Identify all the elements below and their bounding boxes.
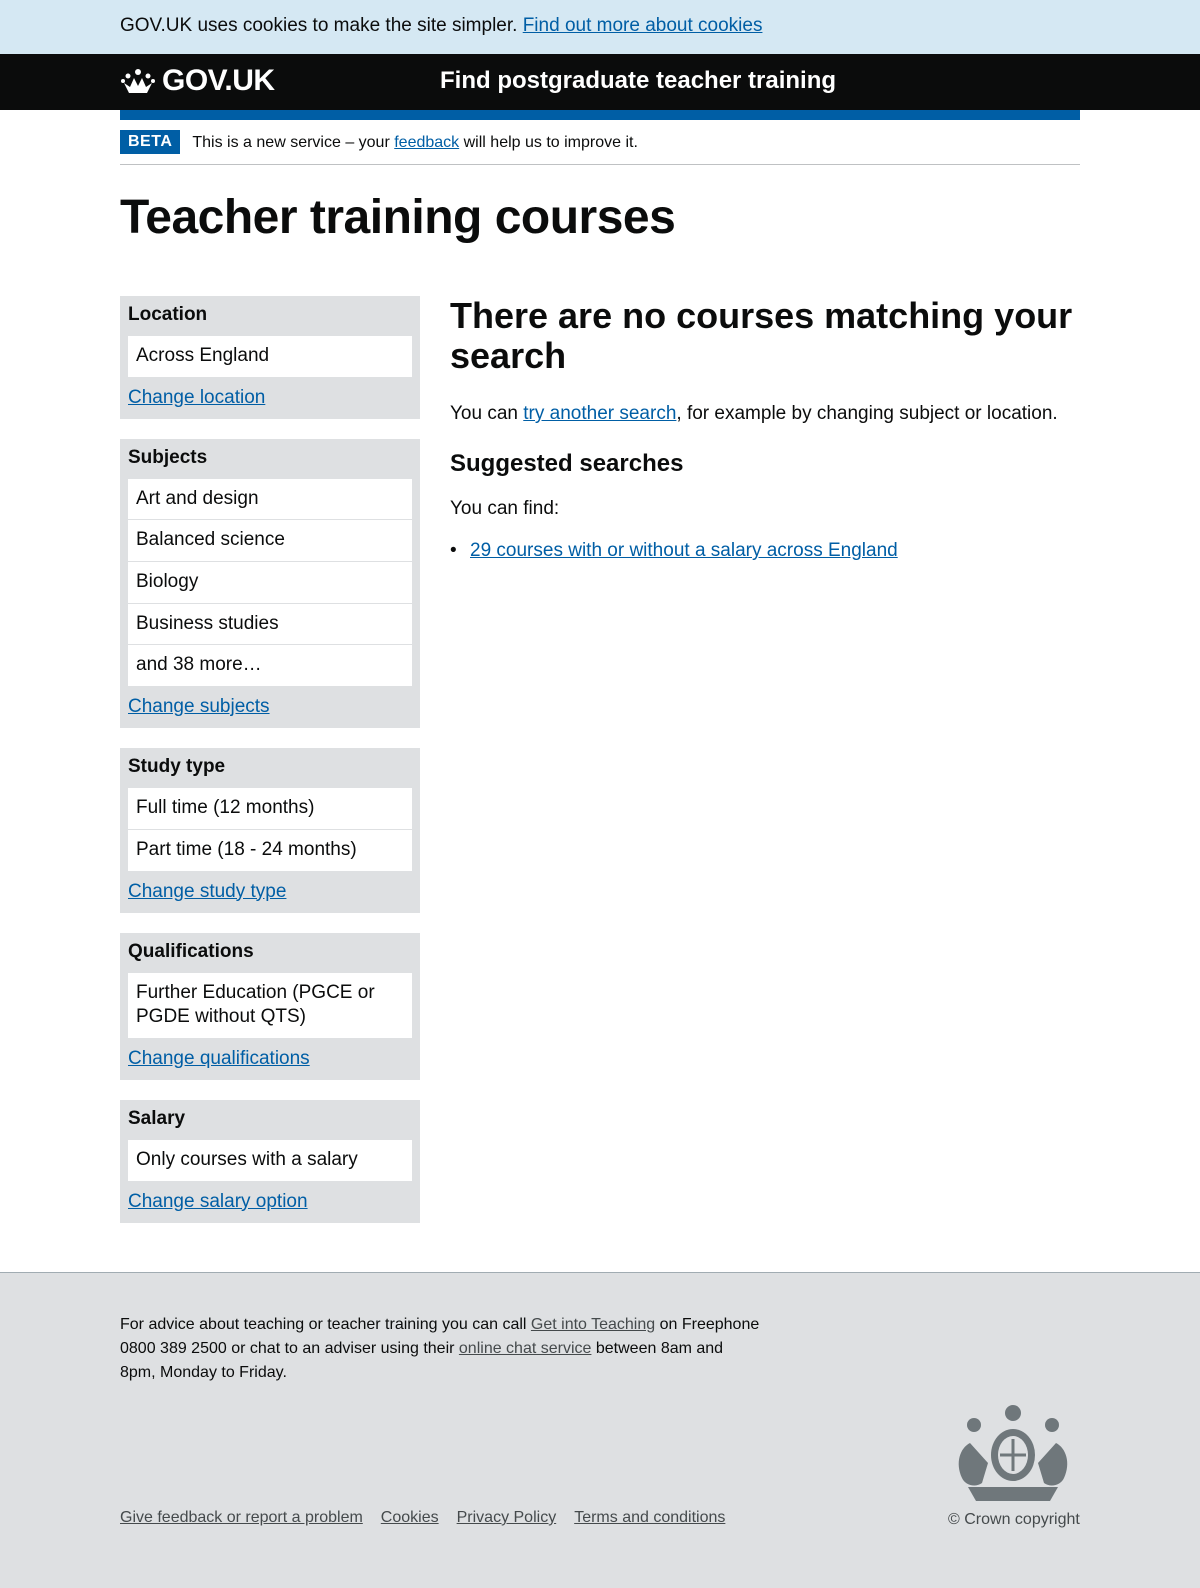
get-into-teaching-link[interactable]: Get into Teaching xyxy=(531,1316,655,1333)
filter-value: Part time (18 - 24 months) xyxy=(128,829,412,871)
change-subjects-link[interactable]: Change subjects xyxy=(128,696,270,718)
royal-coat-of-arms-icon xyxy=(958,1405,1068,1501)
filter-value: Further Education (PGCE or PGDE without … xyxy=(128,972,412,1038)
try-another-search-link[interactable]: try another search xyxy=(523,403,676,424)
beta-tag: BETA xyxy=(120,130,181,154)
feedback-link[interactable]: feedback xyxy=(394,134,459,151)
header-accent-bar xyxy=(120,110,1080,120)
suggested-search-link[interactable]: 29 courses with or without a salary acro… xyxy=(470,540,898,561)
study-type-filter: Study type Full time (12 months) Part ti… xyxy=(120,748,420,913)
cookie-message: GOV.UK uses cookies to make the site sim… xyxy=(120,15,762,37)
filter-value: Art and design xyxy=(128,478,412,521)
change-location-link[interactable]: Change location xyxy=(128,387,265,409)
salary-filter: Salary Only courses with a salary Change… xyxy=(120,1099,420,1223)
govuk-logo-link[interactable]: GOV.UK xyxy=(120,64,275,98)
filter-value: Full time (12 months) xyxy=(128,788,412,830)
crown-icon xyxy=(121,69,155,93)
filter-heading: Qualifications xyxy=(128,940,254,962)
results-panel: There are no courses matching your searc… xyxy=(450,295,1080,563)
crown-copyright-link[interactable]: © Crown copyright xyxy=(948,1511,1080,1528)
no-results-message: You can try another search, for example … xyxy=(450,403,1080,425)
intro-before: You can xyxy=(450,403,518,425)
phase-message: This is a new service – your feedback wi… xyxy=(192,134,638,152)
service-name-link[interactable]: Find postgraduate teacher training xyxy=(440,67,836,95)
location-filter: Location Across England Change location xyxy=(120,296,420,419)
online-chat-link[interactable]: online chat service xyxy=(459,1340,592,1357)
filter-value: Only courses with a salary xyxy=(128,1139,412,1181)
footer-links: Give feedback or report a problem Cookie… xyxy=(120,1509,725,1527)
list-item: 29 courses with or without a salary acro… xyxy=(450,540,1080,562)
change-qualifications-link[interactable]: Change qualifications xyxy=(128,1048,310,1070)
change-study-type-link[interactable]: Change study type xyxy=(128,881,286,903)
site-header: GOV.UK Find postgraduate teacher trainin… xyxy=(0,54,1200,110)
subjects-filter: Subjects Art and design Balanced science… xyxy=(120,438,420,729)
terms-link[interactable]: Terms and conditions xyxy=(574,1509,725,1527)
no-results-heading: There are no courses matching your searc… xyxy=(450,295,1073,376)
filter-heading: Salary xyxy=(128,1107,186,1129)
phase-banner: BETA This is a new service – your feedba… xyxy=(120,130,1080,165)
change-salary-link[interactable]: Change salary option xyxy=(128,1191,308,1213)
suggestions-list: 29 courses with or without a salary acro… xyxy=(450,540,1080,562)
site-footer: For advice about teaching or teacher tra… xyxy=(0,1272,1200,1588)
cookie-banner: GOV.UK uses cookies to make the site sim… xyxy=(0,0,1200,54)
filter-value: Business studies xyxy=(128,603,412,646)
suggested-intro: You can find: xyxy=(450,498,560,520)
filter-heading: Subjects xyxy=(128,446,208,468)
feedback-report-link[interactable]: Give feedback or report a problem xyxy=(120,1509,363,1527)
intro-after: , for example by changing subject or loc… xyxy=(676,403,1058,425)
suggested-searches-heading: Suggested searches xyxy=(450,450,684,478)
cookie-text: GOV.UK uses cookies to make the site sim… xyxy=(120,15,518,36)
filter-heading: Location xyxy=(128,304,208,325)
privacy-policy-link[interactable]: Privacy Policy xyxy=(457,1509,557,1527)
cookie-info-link[interactable]: Find out more about cookies xyxy=(523,15,763,36)
filter-value: Biology xyxy=(128,562,412,604)
phase-text-after: will help us to improve it. xyxy=(463,134,638,151)
logo-text: GOV.UK xyxy=(162,64,275,97)
filter-value: and 38 more… xyxy=(128,645,412,687)
page-title: Teacher training courses xyxy=(120,191,676,244)
filter-value: Balanced science xyxy=(128,520,412,563)
phase-text-before: This is a new service – your xyxy=(192,134,390,151)
crown-copyright: © Crown copyright xyxy=(948,1511,1080,1529)
filters-sidebar: Location Across England Change location … xyxy=(120,296,420,1243)
cookies-link[interactable]: Cookies xyxy=(381,1509,439,1527)
footer-advice: For advice about teaching or teacher tra… xyxy=(120,1313,760,1385)
qualifications-filter: Qualifications Further Education (PGCE o… xyxy=(120,932,420,1080)
filter-heading: Study type xyxy=(128,756,226,778)
filter-value: Across England xyxy=(128,336,412,377)
advice-text-1: For advice about teaching or teacher tra… xyxy=(120,1316,527,1333)
